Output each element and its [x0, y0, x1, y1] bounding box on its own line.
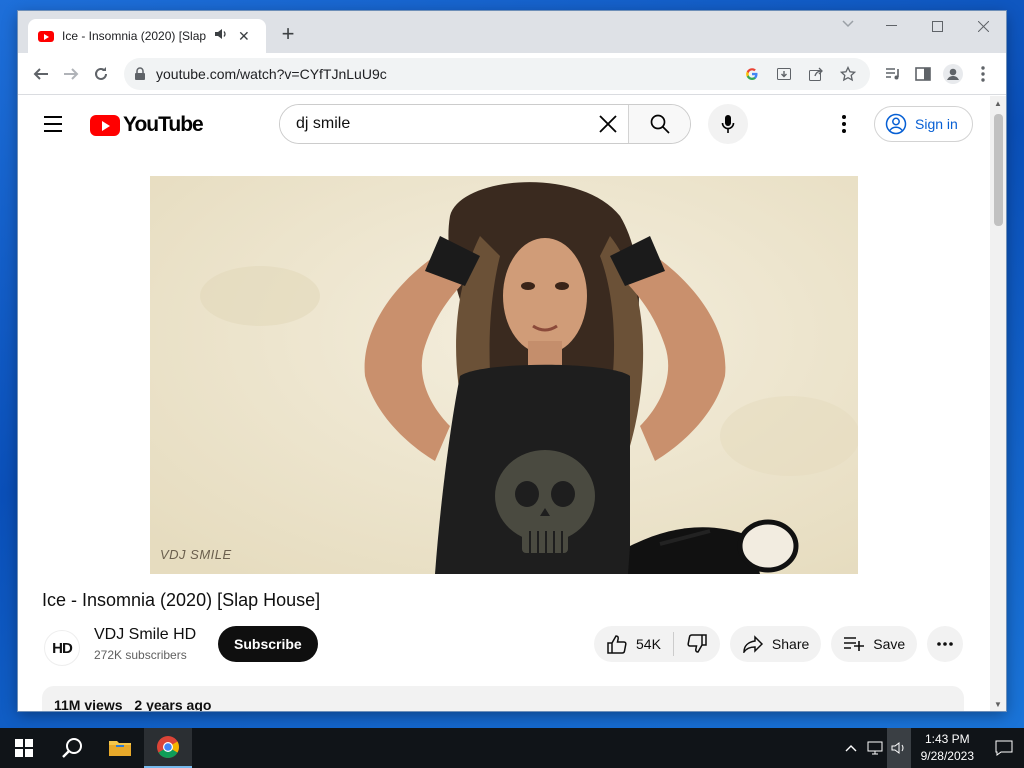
reload-button[interactable]	[86, 59, 116, 89]
thumbs-up-icon	[607, 635, 627, 654]
subscribe-button[interactable]: Subscribe	[218, 626, 318, 662]
windows-logo-icon	[15, 739, 33, 757]
file-explorer-button[interactable]	[96, 728, 144, 768]
like-count: 54K	[636, 636, 661, 652]
view-count: 11M views	[54, 697, 123, 711]
subscriber-count: 272K subscribers	[94, 648, 187, 662]
notifications-icon[interactable]	[984, 740, 1024, 756]
voice-search-button[interactable]	[708, 104, 748, 144]
settings-menu-icon[interactable]	[832, 112, 856, 136]
clock-time: 1:43 PM	[924, 732, 970, 746]
scrollbar-thumb[interactable]	[994, 114, 1003, 226]
sign-in-button[interactable]: Sign in	[874, 106, 973, 142]
address-bar[interactable]: youtube.com/watch?v=CYfTJnLuU9c	[124, 57, 870, 90]
lock-icon[interactable]	[134, 66, 146, 81]
share-arrow-icon	[743, 635, 763, 653]
sign-in-label: Sign in	[915, 116, 958, 132]
chrome-taskbar-button[interactable]	[144, 728, 192, 768]
microphone-icon	[721, 115, 735, 133]
youtube-play-logo-icon	[90, 114, 120, 136]
tab-title: Ice - Insomnia (2020) [Slap H	[62, 29, 208, 43]
youtube-header: YouTube Sign in	[18, 96, 990, 152]
taskbar-search-button[interactable]	[48, 728, 96, 768]
new-tab-button[interactable]: +	[276, 23, 300, 47]
clear-search-icon[interactable]	[588, 105, 628, 143]
hamburger-menu-icon[interactable]	[44, 116, 62, 137]
browser-menu-icon[interactable]	[968, 59, 998, 89]
tray-overflow-chevron-icon[interactable]	[839, 728, 863, 768]
tab-search-chevron-icon[interactable]	[842, 17, 854, 31]
window-controls	[868, 11, 1006, 41]
more-actions-button[interactable]	[927, 626, 964, 662]
thumbs-down-icon	[687, 634, 707, 653]
start-button[interactable]	[0, 728, 48, 768]
youtube-favicon-icon	[38, 30, 54, 42]
search-input[interactable]	[280, 105, 588, 143]
minimize-button[interactable]	[868, 11, 914, 41]
scroll-down-arrow-icon[interactable]: ▼	[994, 700, 1002, 709]
url-text[interactable]: youtube.com/watch?v=CYfTJnLuU9c	[156, 66, 740, 82]
network-icon[interactable]	[863, 728, 887, 768]
search-icon	[62, 738, 82, 758]
speaker-icon[interactable]	[214, 27, 228, 45]
browser-toolbar: youtube.com/watch?v=CYfTJnLuU9c	[18, 53, 1006, 95]
chrome-icon	[157, 736, 179, 758]
browser-window: Ice - Insomnia (2020) [Slap H ✕ + youtub…	[18, 11, 1006, 711]
description-box[interactable]: 11M views 2 years ago	[42, 686, 964, 711]
windows-taskbar: 1:43 PM 9/28/2023	[0, 728, 1024, 768]
youtube-logo[interactable]: YouTube	[90, 113, 204, 137]
video-frame-image	[150, 176, 858, 574]
upload-age: 2 years ago	[134, 697, 212, 711]
like-dislike-group: 54K	[594, 626, 720, 662]
video-actions: 54K Share Save	[594, 626, 964, 662]
video-title: Ice - Insomnia (2020) [Slap House]	[42, 590, 321, 610]
save-label: Save	[873, 636, 906, 652]
tab-strip: Ice - Insomnia (2020) [Slap H ✕ +	[18, 11, 1006, 53]
youtube-page: YouTube Sign in	[18, 96, 990, 711]
install-app-icon[interactable]	[772, 62, 796, 86]
like-button[interactable]: 54K	[594, 626, 673, 662]
scroll-up-arrow-icon[interactable]: ▲	[994, 99, 1002, 108]
video-watermark: VDJ SMILE	[160, 547, 232, 562]
media-control-icon[interactable]	[878, 59, 908, 89]
search-button[interactable]	[628, 105, 690, 143]
channel-avatar[interactable]: HD	[44, 630, 80, 666]
share-button[interactable]: Share	[729, 626, 822, 662]
browser-tab-active[interactable]: Ice - Insomnia (2020) [Slap H ✕	[28, 19, 266, 53]
address-bar-actions	[740, 62, 860, 86]
channel-name[interactable]: VDJ Smile HD	[94, 626, 196, 644]
back-button[interactable]	[26, 59, 56, 89]
profile-avatar-icon[interactable]	[938, 59, 968, 89]
system-tray: 1:43 PM 9/28/2023	[839, 728, 1024, 768]
bookmark-star-icon[interactable]	[836, 62, 860, 86]
dislike-button[interactable]	[674, 626, 720, 662]
folder-icon	[109, 741, 131, 756]
search-icon	[650, 114, 670, 134]
youtube-logo-text: YouTube	[123, 113, 204, 136]
side-panel-icon[interactable]	[908, 59, 938, 89]
more-horizontal-icon	[937, 642, 954, 646]
tab-close-icon[interactable]: ✕	[238, 28, 250, 45]
add-to-playlist-icon	[844, 637, 865, 651]
forward-button[interactable]	[56, 59, 86, 89]
video-player[interactable]: VDJ SMILE	[150, 176, 858, 574]
volume-icon[interactable]	[886, 728, 911, 768]
window-close-button[interactable]	[960, 11, 1006, 41]
clock-date: 9/28/2023	[920, 749, 974, 763]
taskbar-clock[interactable]: 1:43 PM 9/28/2023	[911, 731, 984, 765]
account-circle-icon	[885, 113, 907, 135]
maximize-button[interactable]	[914, 11, 960, 41]
search-box	[279, 104, 691, 144]
google-lens-icon[interactable]	[740, 62, 764, 86]
page-scrollbar[interactable]: ▲ ▼	[990, 96, 1006, 711]
channel-row: HD VDJ Smile HD 272K subscribers Subscri…	[42, 624, 966, 676]
share-label: Share	[771, 636, 810, 652]
share-page-icon[interactable]	[804, 62, 828, 86]
save-button[interactable]: Save	[831, 626, 918, 662]
